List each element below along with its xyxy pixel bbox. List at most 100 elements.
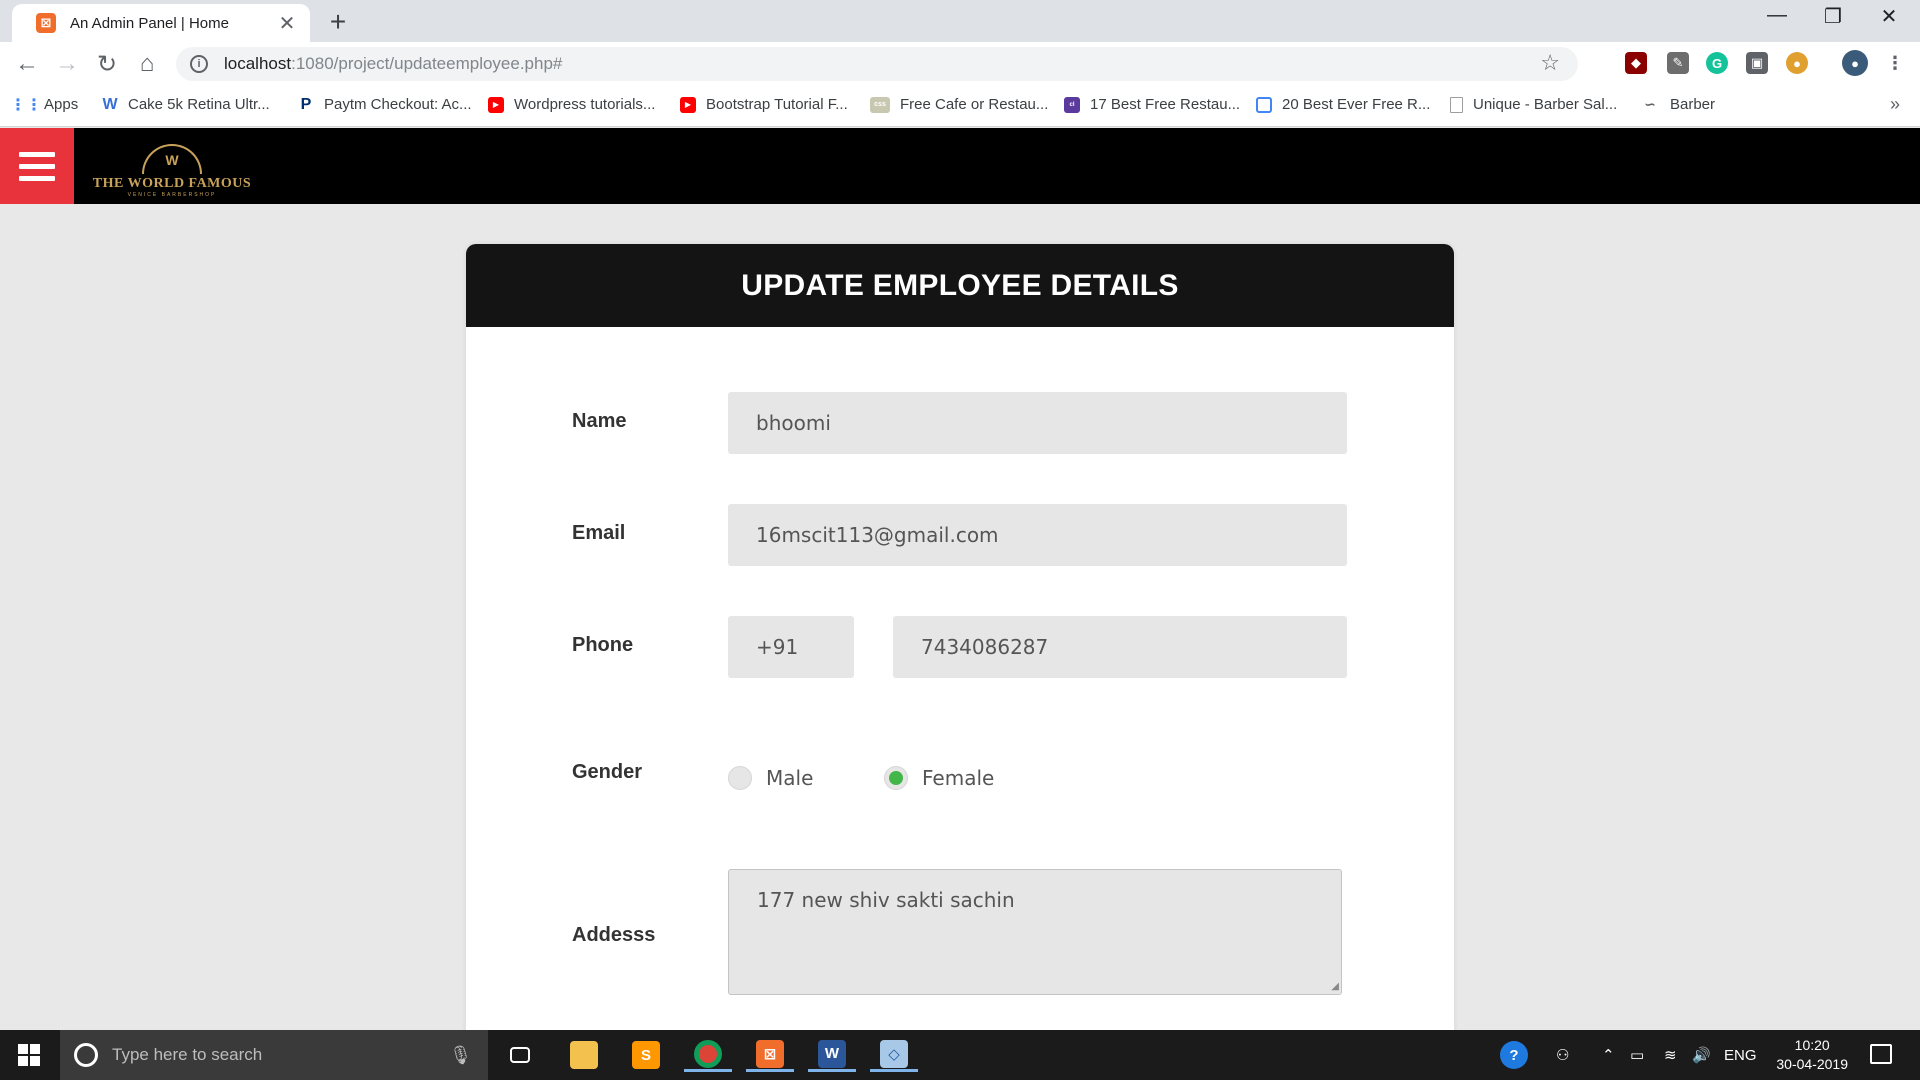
address-text: 177 new shiv sakti sachin xyxy=(757,888,1015,912)
bookmark-label: Barber xyxy=(1670,96,1716,113)
bookmark-wordpress[interactable]: ▶ Wordpress tutorials... xyxy=(488,96,655,113)
extension-icon[interactable]: ▣ xyxy=(1746,52,1768,74)
tray-overflow-icon[interactable]: ⌃ xyxy=(1602,1030,1615,1080)
bookmark-free-cafe[interactable]: css Free Cafe or Restau... xyxy=(870,96,1048,113)
menu-dots-icon[interactable]: ⋮ xyxy=(1884,52,1906,74)
tab-strip: ⊠ An Admin Panel | Home ✕ + — ❐ ✕ xyxy=(0,0,1920,42)
gender-male-radio[interactable]: Male xyxy=(728,766,813,790)
bookmark-17-best[interactable]: cl 17 Best Free Restau... xyxy=(1064,96,1240,113)
bookmark-apps[interactable]: ⋮⋮ Apps xyxy=(10,96,79,114)
task-view-icon[interactable] xyxy=(496,1038,544,1072)
ublock-icon[interactable]: ◆ xyxy=(1625,52,1647,74)
bookmark-barber[interactable]: ∽ Barber xyxy=(1640,96,1715,113)
virtualbox-icon[interactable]: ◇ xyxy=(870,1038,918,1072)
youtube-icon: ▶ xyxy=(488,96,504,113)
bookmark-label: Wordpress tutorials... xyxy=(514,96,656,113)
forward-button[interactable]: → xyxy=(52,50,82,78)
browser-tab[interactable]: ⊠ An Admin Panel | Home ✕ xyxy=(12,4,310,42)
file-explorer-icon[interactable] xyxy=(560,1038,608,1072)
bookmark-label: Apps xyxy=(44,96,79,113)
close-window-button[interactable]: ✕ xyxy=(1866,4,1912,29)
gender-female-radio[interactable]: Female xyxy=(884,766,994,790)
people-icon[interactable]: ⚇ xyxy=(1556,1030,1569,1080)
update-employee-card: UPDATE EMPLOYEE DETAILS Name bhoomi Emai… xyxy=(466,244,1454,1034)
clock-date: 30-04-2019 xyxy=(1776,1056,1848,1072)
xampp-favicon-icon: ⊠ xyxy=(36,13,56,33)
minimize-button[interactable]: — xyxy=(1754,4,1800,27)
new-tab-button[interactable]: + xyxy=(324,6,352,38)
volume-icon[interactable]: 🔊 xyxy=(1692,1030,1711,1080)
system-clock[interactable]: 10:20 30-04-2019 xyxy=(1776,1036,1848,1074)
page-icon xyxy=(1450,96,1463,113)
hamburger-menu-icon[interactable] xyxy=(0,128,74,204)
logo-text: THE WORLD FAMOUS xyxy=(92,176,252,191)
bookmark-bootstrap[interactable]: ▶ Bootstrap Tutorial F... xyxy=(680,96,848,113)
word-icon[interactable]: W xyxy=(808,1038,856,1072)
microphone-icon[interactable]: 🎙 xyxy=(449,1045,472,1066)
w-icon: W xyxy=(102,95,118,113)
address-label: Addesss xyxy=(572,924,656,946)
name-label: Name xyxy=(572,410,627,432)
tab-title: An Admin Panel | Home xyxy=(70,14,229,32)
phone-code-input[interactable]: +91 xyxy=(728,616,854,678)
address-textarea[interactable]: 177 new shiv sakti sachin ◢ xyxy=(728,869,1342,995)
bookmark-star-icon[interactable]: ☆ xyxy=(1540,50,1560,76)
taskbar-search[interactable]: Type here to search 🎙 xyxy=(60,1030,488,1080)
bookmarks-overflow-icon[interactable]: » xyxy=(1890,94,1900,115)
radio-unchecked-icon xyxy=(728,766,752,790)
mustache-icon: ∽ xyxy=(1644,96,1656,112)
radio-checked-icon xyxy=(884,766,908,790)
phone-label: Phone xyxy=(572,634,634,656)
xampp-icon[interactable]: ⊠ xyxy=(746,1038,794,1072)
wifi-icon[interactable]: ≋ xyxy=(1664,1030,1677,1080)
youtube-icon: ▶ xyxy=(680,96,696,113)
back-button[interactable]: ← xyxy=(12,50,42,78)
cortana-icon xyxy=(74,1043,98,1067)
colorlib-icon: cl xyxy=(1064,96,1080,113)
info-icon[interactable]: i xyxy=(190,55,208,73)
resize-grip-icon[interactable]: ◢ xyxy=(1331,981,1339,992)
bookmark-icon xyxy=(1256,96,1272,113)
help-icon[interactable]: ? xyxy=(1500,1030,1528,1080)
paytm-icon: P xyxy=(300,95,312,113)
bookmark-label: Unique - Barber Sal... xyxy=(1473,96,1618,113)
home-button[interactable]: ⌂ xyxy=(132,50,162,78)
site-header: W THE WORLD FAMOUS VENICE BARBERSHOP xyxy=(0,128,1920,204)
chrome-icon[interactable] xyxy=(684,1038,732,1072)
bookmark-label: 20 Best Ever Free R... xyxy=(1282,96,1431,113)
tab-close-icon[interactable]: ✕ xyxy=(276,11,298,36)
restore-button[interactable]: ❐ xyxy=(1810,4,1856,29)
eyedropper-icon[interactable]: ✎ xyxy=(1667,52,1689,74)
bookmark-20-best[interactable]: 20 Best Ever Free R... xyxy=(1256,96,1430,113)
radio-label: Male xyxy=(766,766,814,790)
notification-center-icon[interactable] xyxy=(1870,1044,1892,1064)
bookmark-label: Bootstrap Tutorial F... xyxy=(706,96,848,113)
name-input[interactable]: bhoomi xyxy=(728,392,1347,454)
profile-avatar[interactable]: ● xyxy=(1842,50,1868,76)
windows-start-icon[interactable] xyxy=(18,1044,40,1066)
url-host: localhost xyxy=(224,54,292,73)
bookmarks-bar: ⋮⋮ Apps W Cake 5k Retina Ultr... P Paytm… xyxy=(0,86,1920,127)
bookmark-label: Cake 5k Retina Ultr... xyxy=(128,96,270,113)
email-input[interactable]: 16mscit113@gmail.com xyxy=(728,504,1347,566)
windows-taskbar: Type here to search 🎙 S ⊠ W ◇ ? ⚇ ⌃ ▭ ≋ … xyxy=(0,1030,1920,1080)
browser-window: ⊠ An Admin Panel | Home ✕ + — ❐ ✕ ← → ↻ … xyxy=(0,0,1920,127)
grammarly-icon[interactable]: G xyxy=(1706,52,1728,74)
bookmark-paytm[interactable]: P Paytm Checkout: Ac... xyxy=(298,95,472,114)
address-bar[interactable]: i localhost:1080/project/updateemployee.… xyxy=(176,47,1578,81)
card-header: UPDATE EMPLOYEE DETAILS xyxy=(466,244,1454,327)
sublime-text-icon[interactable]: S xyxy=(622,1038,670,1072)
bookmark-label: Free Cafe or Restau... xyxy=(900,96,1049,113)
cookie-icon[interactable]: ● xyxy=(1786,52,1808,74)
bookmark-label: Paytm Checkout: Ac... xyxy=(324,96,472,113)
phone-number-input[interactable]: 7434086287 xyxy=(893,616,1347,678)
brand-logo[interactable]: W THE WORLD FAMOUS VENICE BARBERSHOP xyxy=(90,134,254,198)
taskbar-search-placeholder: Type here to search xyxy=(112,1045,263,1064)
bookmark-cake[interactable]: W Cake 5k Retina Ultr... xyxy=(102,95,270,114)
reload-button[interactable]: ↻ xyxy=(92,50,122,79)
logo-subtext: VENICE BARBERSHOP xyxy=(127,192,217,198)
page-title: UPDATE EMPLOYEE DETAILS xyxy=(741,268,1179,302)
battery-icon[interactable]: ▭ xyxy=(1630,1030,1644,1080)
bookmark-unique-barber[interactable]: Unique - Barber Sal... xyxy=(1450,96,1617,113)
language-indicator[interactable]: ENG xyxy=(1724,1030,1757,1080)
